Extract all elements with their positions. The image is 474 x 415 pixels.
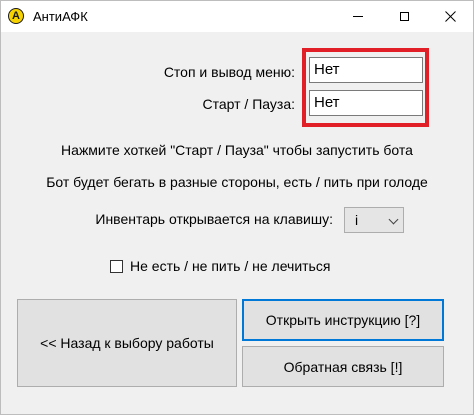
inventory-key-label: Инвентарь открывается на клавишу: (95, 211, 333, 227)
close-icon (444, 11, 456, 22)
start-hotkey-label: Старт / Пауза: (202, 96, 296, 112)
stop-hotkey-label: Стоп и вывод меню: (163, 64, 295, 80)
feedback-button[interactable]: Обратная связь [!] (242, 346, 444, 387)
maximize-button[interactable] (381, 1, 427, 32)
inventory-key-value: i (355, 212, 359, 228)
minimize-button[interactable] (335, 1, 381, 32)
info-hint-start: Нажмите хоткей "Старт / Пауза" чтобы зап… (61, 142, 413, 158)
app-window: A АнтиАФК Стоп и вывод меню: Нет Старт /… (0, 0, 474, 415)
inventory-key-select[interactable]: i (344, 207, 404, 233)
maximize-icon (399, 12, 409, 21)
open-instructions-button[interactable]: Открыть инструкцию [?] (242, 299, 444, 341)
title-bar[interactable]: A АнтиАФК (1, 1, 473, 32)
chevron-down-icon (388, 214, 399, 225)
hotkey-highlight-frame (302, 48, 429, 127)
no-eat-checkbox[interactable] (110, 259, 123, 273)
app-logo-icon: A (8, 8, 24, 24)
info-hint-behavior: Бот будет бегать в разные стороны, есть … (46, 174, 428, 190)
close-button[interactable] (427, 1, 473, 32)
back-to-job-select-button[interactable]: << Назад к выбору работы (17, 299, 237, 387)
window-title: АнтиАФК (33, 9, 88, 24)
no-eat-label: Не есть / не пить / не лечиться (130, 258, 331, 274)
no-eat-option[interactable]: Не есть / не пить / не лечиться (110, 258, 330, 274)
minimize-icon (353, 16, 363, 17)
